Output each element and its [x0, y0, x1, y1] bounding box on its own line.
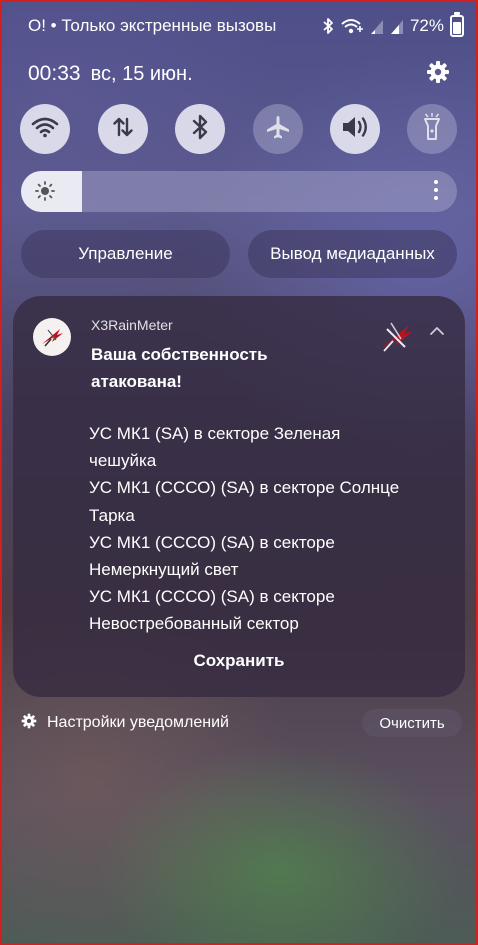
control-button-label: Управление [78, 244, 173, 263]
clock[interactable]: 00:33 [28, 62, 81, 86]
media-output-button[interactable]: Вывод медиаданных [248, 230, 457, 278]
notification-settings-link[interactable]: Настройки уведомлений [21, 711, 229, 735]
bluetooth-icon [322, 17, 334, 35]
title-line: атакована! [91, 372, 182, 391]
notification-large-icon [379, 319, 415, 358]
save-button[interactable]: Сохранить [13, 651, 465, 671]
wifi-icon [31, 116, 59, 143]
body-line: УС МК1 (SA) в секторе Зеленая [89, 424, 341, 443]
body-line: Тарка [89, 505, 135, 525]
wifi-toggle[interactable] [20, 104, 70, 154]
gear-icon[interactable] [426, 60, 450, 89]
body-line: УС МК1 (СССО) (SA) в секторе Солнце [89, 478, 400, 498]
body-line: УС МК1 (СССО) (SA) в секторе [89, 532, 335, 552]
signal-icon [370, 17, 384, 35]
mobile-data-toggle[interactable] [98, 104, 148, 154]
airplane-toggle[interactable] [253, 104, 303, 154]
notification-settings-label: Настройки уведомлений [47, 714, 229, 731]
panel-header: 00:33 вс, 15 июн. [28, 60, 450, 88]
battery-percent: 72% [409, 16, 444, 35]
media-output-button-label: Вывод медиаданных [270, 244, 435, 263]
more-vertical-icon[interactable] [433, 180, 439, 202]
body-line: УС МК1 (СССО) (SA) в секторе [89, 587, 335, 607]
airplane-icon [265, 114, 291, 145]
status-text: О! • Только экстренные вызовы [28, 16, 277, 35]
bluetooth-toggle[interactable] [175, 104, 225, 154]
body-line: чешуйка [89, 451, 157, 471]
title-line: Ваша собственность [91, 345, 268, 364]
gear-icon [21, 713, 47, 734]
data-arrows-icon [111, 115, 135, 144]
chevron-up-icon[interactable] [429, 323, 445, 341]
clear-button[interactable]: Очистить [362, 709, 462, 737]
battery-icon [450, 12, 464, 37]
app-icon [33, 318, 71, 356]
volume-icon [340, 115, 370, 144]
signal-icon [390, 17, 404, 35]
save-button-label: Сохранить [193, 651, 285, 670]
bluetooth-icon [191, 114, 209, 145]
date-label: вс, 15 июн. [90, 62, 193, 85]
notification-card[interactable]: X3RainMeter Ваша собственность атакована… [13, 296, 465, 697]
notification-title: Ваша собственность атакована! [91, 341, 371, 395]
wifi-call-icon [340, 17, 364, 35]
control-button[interactable]: Управление [21, 230, 230, 278]
quick-toggles [20, 104, 458, 156]
sound-toggle[interactable] [330, 104, 380, 154]
brightness-slider[interactable] [21, 171, 457, 212]
notification-body: УС МК1 (SA) в секторе Зеленая чешуйка УС… [89, 420, 429, 638]
flashlight-toggle[interactable] [407, 104, 457, 154]
status-bar: О! • Только экстренные вызовы 72% [28, 12, 464, 38]
flashlight-icon [423, 112, 441, 146]
sun-icon [35, 181, 55, 206]
body-line: Невостребованный сектор [89, 614, 299, 634]
clear-button-label: Очистить [379, 714, 445, 732]
battery-level [453, 22, 461, 34]
body-line: Немеркнущий свет [89, 560, 239, 580]
app-name: X3RainMeter [91, 317, 173, 333]
